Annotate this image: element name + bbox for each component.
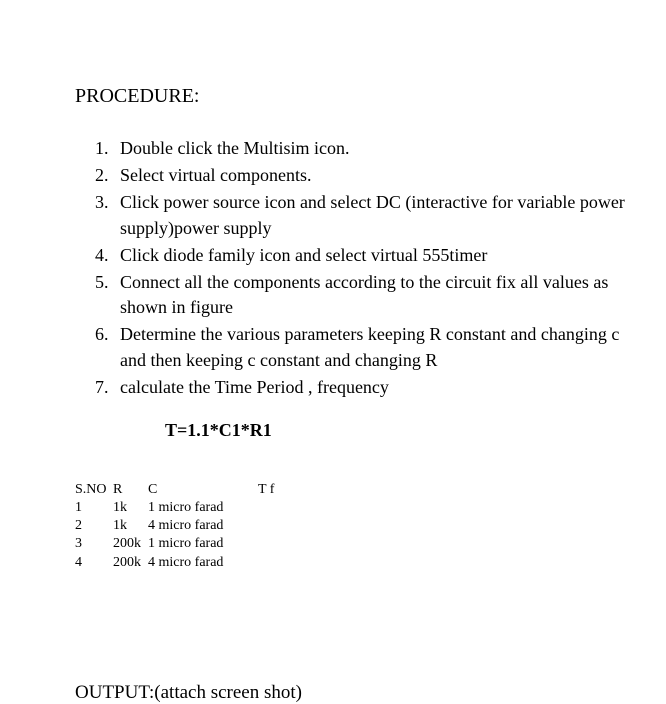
procedure-step: 1. Double click the Multisim icon. xyxy=(100,136,626,161)
header-c: C xyxy=(148,481,258,499)
cell-c: 1 micro farad xyxy=(148,535,258,553)
cell-tf xyxy=(258,535,298,553)
header-sno: S.NO xyxy=(75,481,113,499)
table-row: 1 1k 1 micro farad xyxy=(75,499,626,517)
cell-c: 4 micro farad xyxy=(148,554,258,572)
step-number: 1. xyxy=(95,136,109,161)
procedure-heading: PROCEDURE: xyxy=(75,85,626,108)
procedure-list: 1. Double click the Multisim icon. 2. Se… xyxy=(75,136,626,400)
cell-r: 200k xyxy=(113,535,148,553)
procedure-step: 4. Click diode family icon and select vi… xyxy=(100,243,626,268)
step-text: Connect all the components according to … xyxy=(120,272,608,317)
cell-c: 1 micro farad xyxy=(148,499,258,517)
cell-r: 1k xyxy=(113,517,148,535)
step-text: Determine the various parameters keeping… xyxy=(120,324,619,369)
table-row: 4 200k 4 micro farad xyxy=(75,554,626,572)
procedure-step: 6. Determine the various parameters keep… xyxy=(100,322,626,372)
table-row: 3 200k 1 micro farad xyxy=(75,535,626,553)
step-text: Select virtual components. xyxy=(120,165,311,185)
cell-tf xyxy=(258,517,298,535)
table-row: 2 1k 4 micro farad xyxy=(75,517,626,535)
cell-sno: 3 xyxy=(75,535,113,553)
step-number: 3. xyxy=(95,190,109,215)
procedure-step: 5. Connect all the components according … xyxy=(100,270,626,320)
cell-r: 1k xyxy=(113,499,148,517)
step-text: Double click the Multisim icon. xyxy=(120,138,349,158)
step-number: 7. xyxy=(95,375,109,400)
table-header: S.NO R C T f xyxy=(75,481,626,499)
cell-c: 4 micro farad xyxy=(148,517,258,535)
parameters-table: S.NO R C T f 1 1k 1 micro farad 2 1k 4 m… xyxy=(75,481,626,572)
procedure-step: 2. Select virtual components. xyxy=(100,163,626,188)
header-tf: T f xyxy=(258,481,298,499)
cell-sno: 1 xyxy=(75,499,113,517)
cell-r: 200k xyxy=(113,554,148,572)
cell-tf xyxy=(258,499,298,517)
step-text: calculate the Time Period , frequency xyxy=(120,377,389,397)
output-label: OUTPUT:(attach screen shot) xyxy=(75,682,626,704)
cell-tf xyxy=(258,554,298,572)
cell-sno: 4 xyxy=(75,554,113,572)
step-number: 5. xyxy=(95,270,109,295)
step-text: Click diode family icon and select virtu… xyxy=(120,245,487,265)
procedure-step: 7. calculate the Time Period , frequency xyxy=(100,375,626,400)
procedure-step: 3. Click power source icon and select DC… xyxy=(100,190,626,240)
step-number: 6. xyxy=(95,322,109,347)
step-text: Click power source icon and select DC (i… xyxy=(120,192,625,237)
step-number: 2. xyxy=(95,163,109,188)
header-r: R xyxy=(113,481,148,499)
step-number: 4. xyxy=(95,243,109,268)
cell-sno: 2 xyxy=(75,517,113,535)
formula: T=1.1*C1*R1 xyxy=(165,420,626,441)
